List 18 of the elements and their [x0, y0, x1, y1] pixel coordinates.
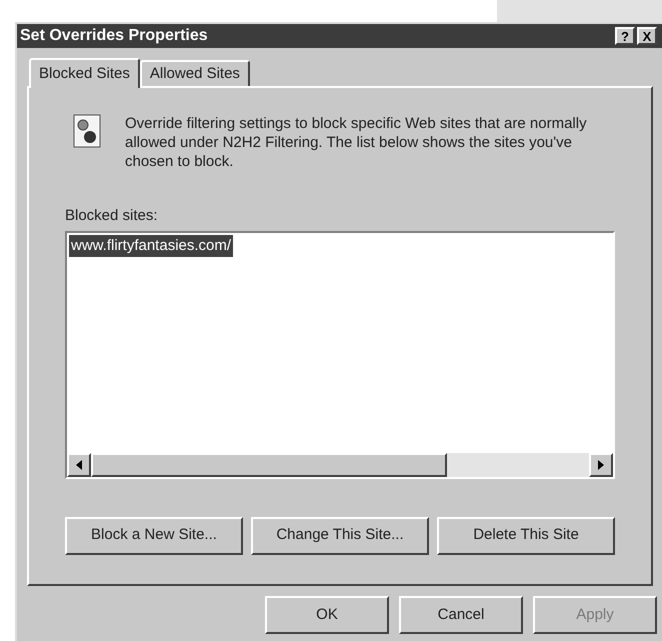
- horizontal-scrollbar[interactable]: [67, 452, 613, 476]
- left-arrow-icon: [76, 460, 82, 470]
- site-action-button[interactable]: Block a New Site...: [65, 516, 243, 554]
- site-action-button[interactable]: Change This Site...: [251, 516, 429, 554]
- tab[interactable]: Allowed Sites: [140, 60, 250, 86]
- dialog-button[interactable]: OK: [265, 596, 389, 634]
- tab[interactable]: Blocked Sites: [29, 58, 140, 88]
- window-title: Set Overrides Properties: [20, 26, 209, 46]
- help-button[interactable]: ?: [615, 27, 635, 45]
- close-button[interactable]: X: [637, 27, 657, 45]
- dialog-button[interactable]: Cancel: [399, 596, 523, 634]
- site-action-button[interactable]: Delete This Site: [437, 516, 615, 554]
- scrollbar-thumb[interactable]: [91, 452, 447, 476]
- list-item[interactable]: www.flirtyfantasies.com/: [69, 234, 234, 257]
- right-arrow-icon: [598, 460, 604, 470]
- description-text: Override filtering settings to block specific Web sites that are normally allowed under N2H2 Filtering. The list below shows the sites you've chosen to block.: [125, 114, 588, 171]
- globe-document-icon: [73, 114, 101, 148]
- list-label: Blocked sites:: [65, 206, 158, 226]
